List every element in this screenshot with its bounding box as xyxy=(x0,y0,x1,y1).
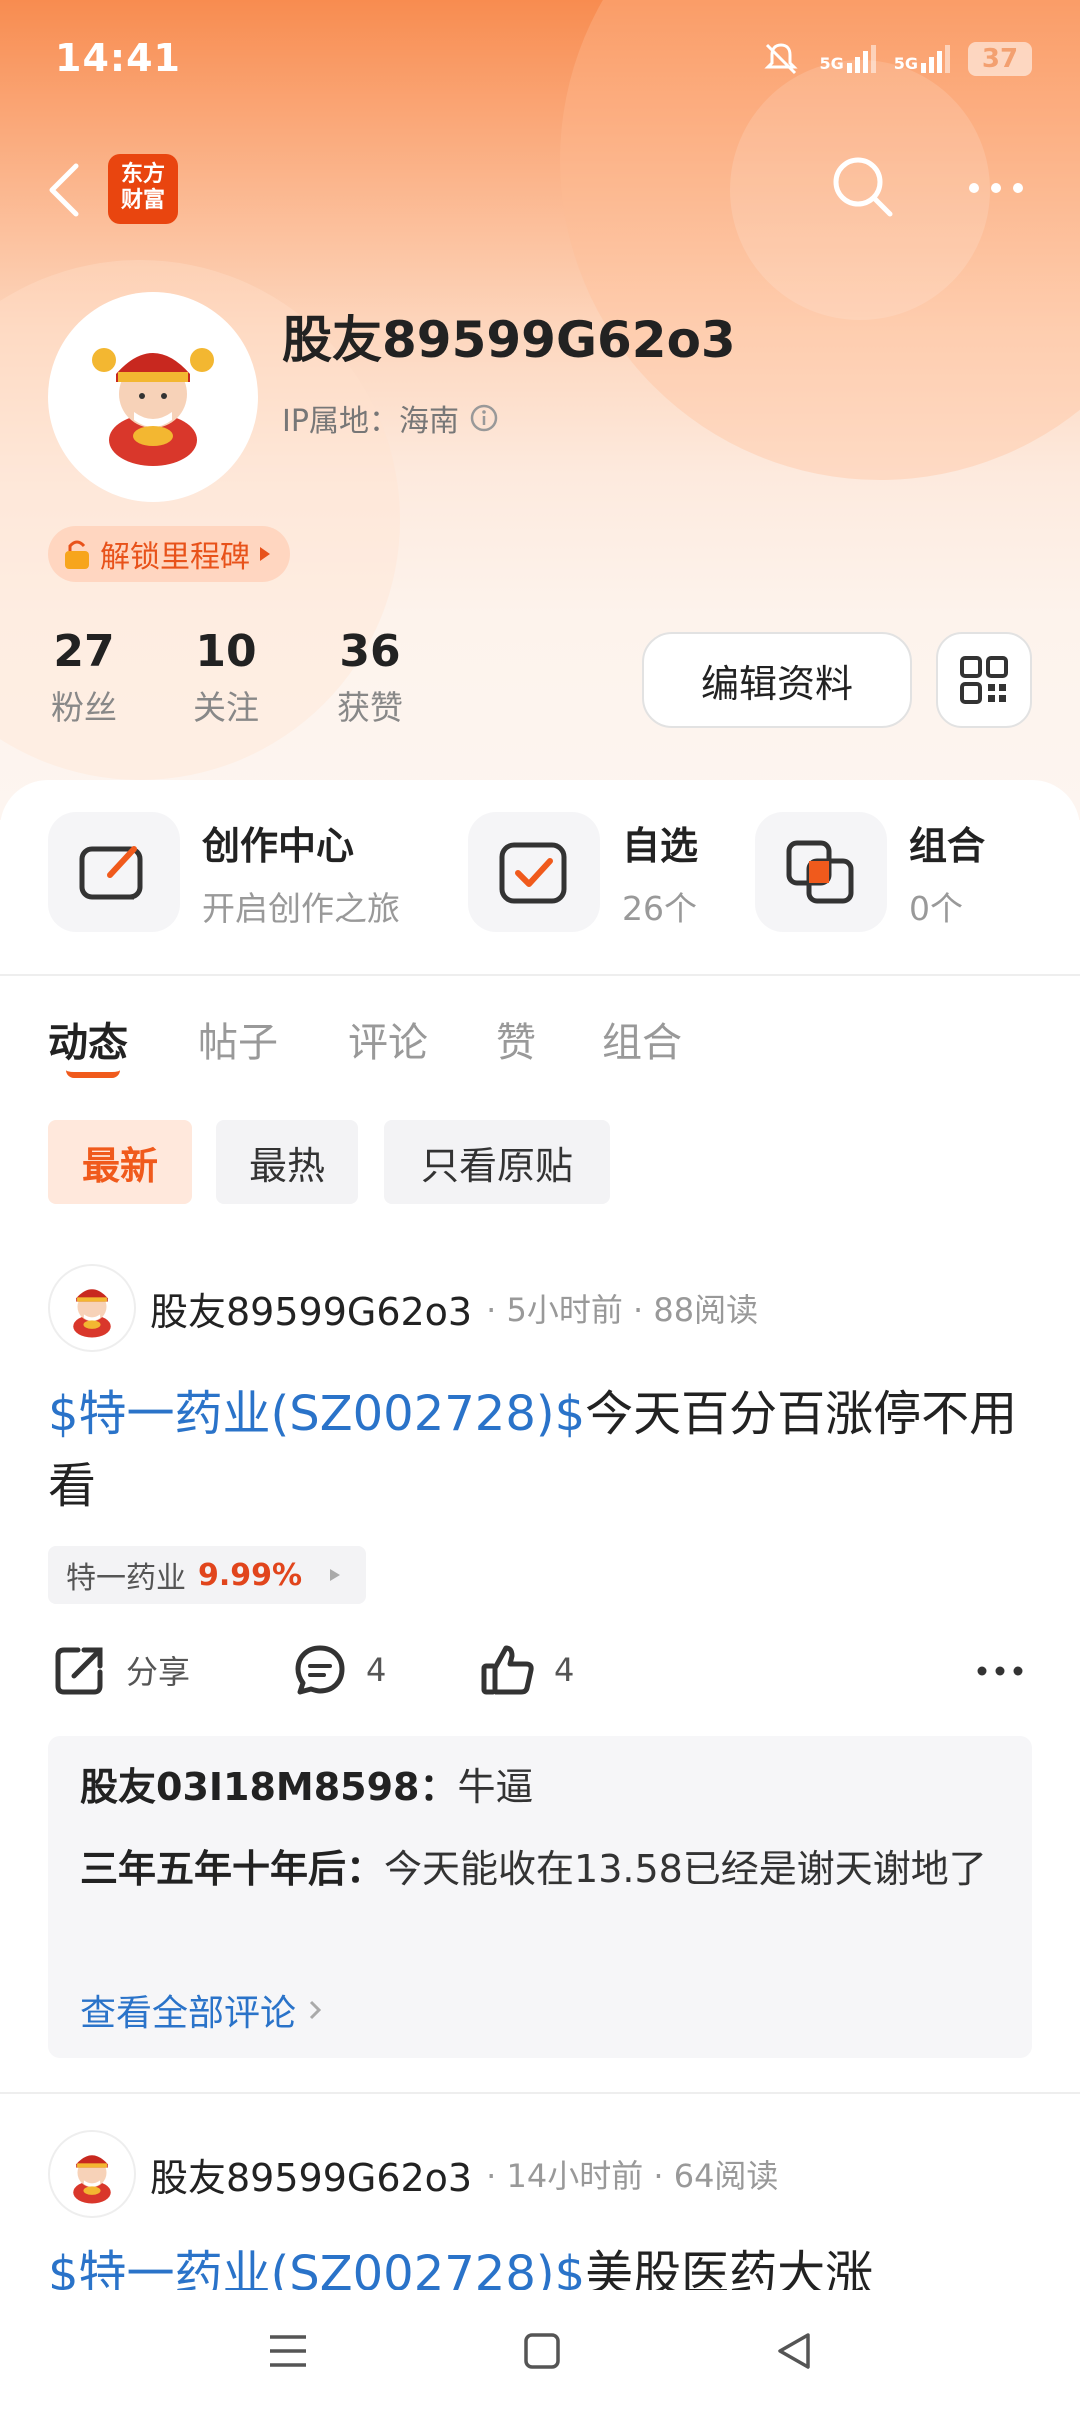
menu-icon[interactable] xyxy=(266,2331,310,2371)
milestone-badge[interactable]: 解锁里程碑 xyxy=(48,526,290,582)
comment-button[interactable]: 4 xyxy=(292,1642,386,1698)
stat-label: 获赞 xyxy=(337,688,403,727)
username: 股友89599G62o3 xyxy=(282,311,736,369)
filter-latest[interactable]: 最新 xyxy=(48,1120,192,1204)
divider xyxy=(0,974,1080,976)
tab-likes[interactable]: 赞 xyxy=(496,1010,536,1068)
watchlist-icon xyxy=(468,812,600,932)
triangle-right-icon xyxy=(260,547,270,561)
comment-text: 牛逼 xyxy=(457,1765,534,1809)
quick-entry-subtitle: 26个 xyxy=(622,888,697,928)
tab-portfolio[interactable]: 组合 xyxy=(602,1010,682,1068)
thumbs-up-icon xyxy=(481,1645,534,1695)
tab-comments[interactable]: 评论 xyxy=(348,1010,428,1068)
fortune-god-avatar-icon xyxy=(92,348,214,466)
milestone-label: 解锁里程碑 xyxy=(100,540,250,575)
stat-likes[interactable]: 36 获赞 xyxy=(300,626,440,729)
comment-count: 4 xyxy=(366,1651,387,1689)
stock-change: 9.99% xyxy=(198,1557,303,1593)
app-logo: 东方 财富 xyxy=(108,154,178,224)
triangle-right-icon xyxy=(330,1569,341,1581)
stat-value: 10 xyxy=(195,626,257,677)
status-icons: 5G 5G 37 xyxy=(761,34,1032,84)
tab-activity[interactable]: 动态 xyxy=(48,1010,128,1068)
like-count: 4 xyxy=(554,1651,575,1689)
more-options-icon[interactable] xyxy=(976,1664,1024,1678)
quick-entry-title: 组合 xyxy=(909,823,986,868)
avatar[interactable] xyxy=(48,292,258,502)
creator-center-entry[interactable]: 创作中心 开启创作之旅 xyxy=(48,812,400,932)
post-username[interactable]: 股友89599G62o3 xyxy=(150,2147,472,2202)
portfolio-entry[interactable]: 组合 0个 xyxy=(755,812,985,932)
post-meta: · 14小时前 · 64阅读 xyxy=(486,2157,779,2195)
comments-preview[interactable]: 股友03I18M8598：牛逼 三年五年十年后：今天能收在13.58已经是谢天谢… xyxy=(48,1736,1032,2058)
share-icon xyxy=(55,1647,103,1695)
post-header: 股友89599G62o3 · 14小时前 · 64阅读 xyxy=(48,2130,778,2218)
stat-following[interactable]: 10 关注 xyxy=(156,626,296,729)
share-button[interactable]: 分享 xyxy=(52,1642,190,1698)
avatar[interactable] xyxy=(48,1264,136,1352)
active-tab-indicator xyxy=(66,1070,120,1078)
post-content[interactable]: $特一药业(SZ002728)$今天百分百涨停不用看 xyxy=(48,1378,1028,1522)
quick-entry-title: 创作中心 xyxy=(202,823,355,868)
comment-user[interactable]: 股友03I18M8598： xyxy=(80,1765,457,1809)
stock-name: 特一药业 xyxy=(66,1561,186,1596)
edit-profile-button[interactable]: 编辑资料 xyxy=(642,632,912,728)
more-icon[interactable] xyxy=(964,178,1028,198)
comment-item: 三年五年十年后：今天能收在13.58已经是谢天谢地了 xyxy=(80,1840,1010,1898)
quick-entry-subtitle: 开启创作之旅 xyxy=(202,888,400,928)
qr-code-button[interactable] xyxy=(936,632,1032,728)
filter-original-only[interactable]: 只看原贴 xyxy=(384,1120,610,1204)
like-button[interactable]: 4 xyxy=(480,1642,574,1698)
post-text: 美股医药大涨 xyxy=(585,2246,874,2290)
info-icon[interactable] xyxy=(469,403,499,433)
stat-value: 27 xyxy=(53,626,115,677)
battery-icon: 37 xyxy=(968,42,1032,76)
stock-link[interactable]: $特一药业(SZ002728)$ xyxy=(48,1386,585,1442)
creator-center-icon xyxy=(48,812,180,932)
view-all-comments-link[interactable]: 查看全部评论 xyxy=(80,1984,322,2036)
quick-entry-subtitle: 0个 xyxy=(909,888,963,928)
qr-code-icon xyxy=(960,656,1008,704)
post-header: 股友89599G62o3 · 5小时前 · 88阅读 xyxy=(48,1264,758,1352)
stat-followers[interactable]: 27 粉丝 xyxy=(14,626,154,729)
comment-item: 股友03I18M8598：牛逼 xyxy=(80,1758,1010,1816)
lock-icon xyxy=(65,540,89,569)
stat-label: 关注 xyxy=(193,688,259,727)
search-icon[interactable] xyxy=(828,152,898,222)
view-all-comments-label: 查看全部评论 xyxy=(80,1993,297,2034)
watchlist-entry[interactable]: 自选 26个 xyxy=(468,812,698,932)
signal-icon: 5G xyxy=(819,45,876,73)
signal-icon: 5G xyxy=(894,45,950,73)
status-time: 14:41 xyxy=(55,36,181,80)
quick-entry-title: 自选 xyxy=(622,823,699,868)
stat-value: 36 xyxy=(339,626,401,677)
back-triangle-icon[interactable] xyxy=(774,2331,814,2371)
comment-icon xyxy=(295,1645,345,1695)
filter-hot[interactable]: 最热 xyxy=(216,1120,358,1204)
comment-user[interactable]: 三年五年十年后： xyxy=(80,1847,384,1891)
back-icon[interactable] xyxy=(44,160,84,220)
portfolio-icon xyxy=(755,812,887,932)
stock-link[interactable]: $特一药业(SZ002728)$ xyxy=(48,2246,585,2290)
comment-text: 今天能收在13.58已经是谢天谢地了 xyxy=(384,1847,987,1891)
share-label: 分享 xyxy=(126,1653,191,1691)
ip-location-label: IP属地：海南 xyxy=(282,404,459,439)
stat-label: 粉丝 xyxy=(51,688,117,727)
system-nav-bar xyxy=(0,2290,1080,2412)
chevron-right-icon xyxy=(309,2000,322,2020)
divider xyxy=(0,2092,1080,2094)
post-meta: · 5小时前 · 88阅读 xyxy=(486,1291,759,1329)
home-icon[interactable] xyxy=(522,2331,562,2371)
mute-icon xyxy=(764,43,799,75)
post-username[interactable]: 股友89599G62o3 xyxy=(150,1281,472,1336)
ip-location: IP属地：海南 xyxy=(282,396,499,440)
tab-posts[interactable]: 帖子 xyxy=(198,1010,278,1068)
stock-tag[interactable]: 特一药业 9.99% xyxy=(48,1546,367,1604)
post-content[interactable]: $特一药业(SZ002728)$美股医药大涨 xyxy=(48,2238,1028,2290)
avatar[interactable] xyxy=(48,2130,136,2218)
